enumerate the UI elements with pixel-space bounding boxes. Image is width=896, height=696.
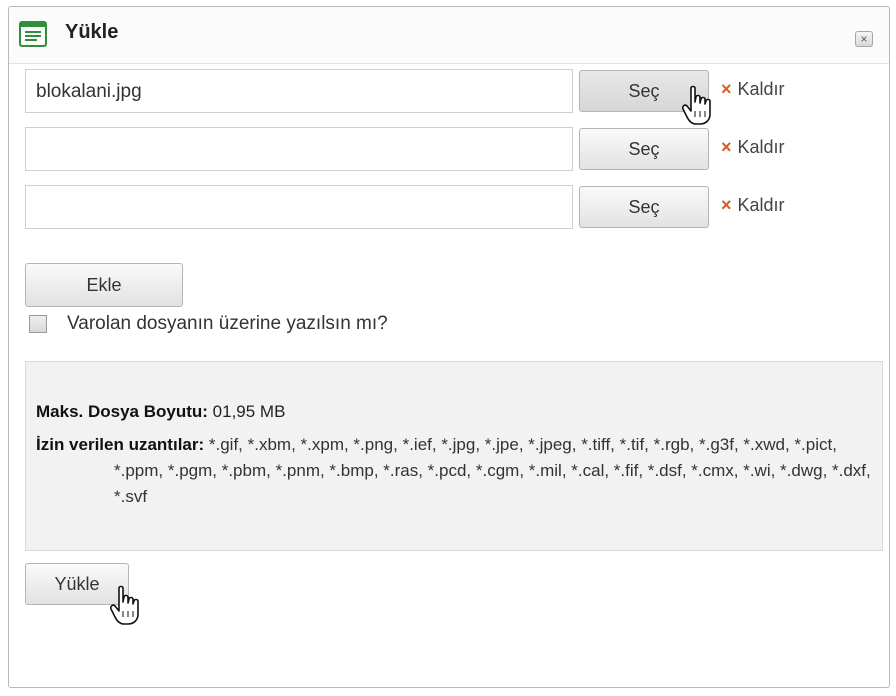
allowed-extensions-line: İzin verilen uzantılar: *.gif, *.xbm, *.… bbox=[36, 432, 876, 510]
file-path-input[interactable] bbox=[25, 185, 573, 229]
remove-x-icon: × bbox=[721, 195, 732, 215]
file-row: Seç × Kaldır bbox=[9, 127, 889, 177]
upload-info-panel: Maks. Dosya Boyutu: 01,95 MB İzin verile… bbox=[25, 361, 883, 551]
select-file-button[interactable]: Seç bbox=[579, 128, 709, 170]
extensions-label: İzin verilen uzantılar: bbox=[36, 435, 205, 454]
file-row: blokalani.jpg Seç × Kaldır bbox=[9, 69, 889, 119]
remove-label: Kaldır bbox=[737, 137, 785, 157]
remove-x-icon: × bbox=[721, 137, 732, 157]
form-icon bbox=[19, 21, 47, 47]
remove-label: Kaldır bbox=[737, 79, 785, 99]
max-size-value: 01,95 MB bbox=[212, 402, 286, 421]
upload-dialog: Yükle × blokalani.jpg Seç × Kaldır Seç × K… bbox=[8, 6, 890, 688]
file-path-input[interactable]: blokalani.jpg bbox=[25, 69, 573, 113]
add-file-button[interactable]: Ekle bbox=[25, 263, 183, 307]
file-path-input[interactable] bbox=[25, 127, 573, 171]
select-file-button[interactable]: Seç bbox=[579, 186, 709, 228]
overwrite-label: Varolan dosyanın üzerine yazılsın mı? bbox=[67, 313, 388, 334]
overwrite-checkbox[interactable] bbox=[29, 315, 47, 333]
max-size-line: Maks. Dosya Boyutu: 01,95 MB bbox=[36, 402, 285, 422]
extensions-value: *.gif, *.xbm, *.xpm, *.png, *.ief, *.jpg… bbox=[114, 435, 871, 506]
remove-file-link[interactable]: × Kaldır bbox=[721, 79, 785, 100]
hand-cursor-icon bbox=[682, 85, 711, 125]
dialog-title: Yükle bbox=[65, 21, 119, 43]
close-icon[interactable]: × bbox=[855, 31, 873, 47]
remove-x-icon: × bbox=[721, 79, 732, 99]
remove-file-link[interactable]: × Kaldır bbox=[721, 195, 785, 216]
remove-label: Kaldır bbox=[737, 195, 785, 215]
file-row: Seç × Kaldır bbox=[9, 185, 889, 235]
max-size-label: Maks. Dosya Boyutu: bbox=[36, 402, 208, 421]
dialog-titlebar: Yükle × bbox=[9, 7, 889, 64]
remove-file-link[interactable]: × Kaldır bbox=[721, 137, 785, 158]
hand-cursor-icon bbox=[110, 585, 139, 625]
